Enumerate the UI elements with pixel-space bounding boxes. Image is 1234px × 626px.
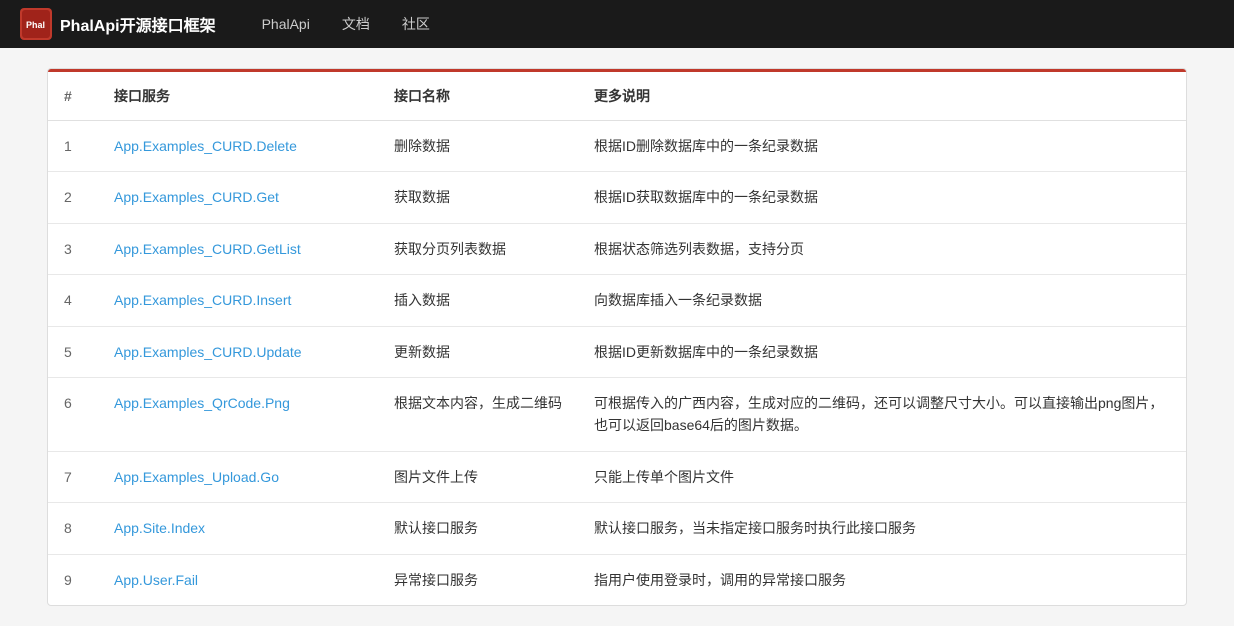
cell-name: 插入数据 <box>378 275 578 326</box>
service-link[interactable]: App.Examples_Upload.Go <box>114 469 279 485</box>
cell-num: 3 <box>48 223 98 274</box>
cell-name: 默认接口服务 <box>378 503 578 554</box>
table-row: 2 App.Examples_CURD.Get 获取数据根据ID获取数据库中的一条纪… <box>48 172 1186 223</box>
svg-text:Phal: Phal <box>26 20 45 30</box>
cell-service: App.Examples_CURD.GetList <box>98 223 378 274</box>
header-service: 接口服务 <box>98 72 378 121</box>
navbar-menu: PhalApi 文档 社区 <box>246 0 446 48</box>
brand-link[interactable]: Phal PhalApi开源接口框架 <box>20 8 216 40</box>
api-table-container: # 接口服务 接口名称 更多说明 1 App.Examples_CURD.Dele… <box>47 68 1187 606</box>
nav-phalapi[interactable]: PhalApi <box>246 0 326 48</box>
cell-desc: 指用户使用登录时，调用的异常接口服务 <box>578 554 1186 605</box>
service-link[interactable]: App.Examples_CURD.Update <box>114 344 302 360</box>
brand-logo: Phal <box>20 8 52 40</box>
cell-name: 图片文件上传 <box>378 451 578 502</box>
cell-name: 异常接口服务 <box>378 554 578 605</box>
cell-service: App.Site.Index <box>98 503 378 554</box>
main-content: # 接口服务 接口名称 更多说明 1 App.Examples_CURD.Dele… <box>17 48 1217 626</box>
cell-name: 获取分页列表数据 <box>378 223 578 274</box>
table-row: 5 App.Examples_CURD.Update 更新数据根据ID更新数据库中的… <box>48 326 1186 377</box>
cell-service: App.Examples_Upload.Go <box>98 451 378 502</box>
cell-service: App.Examples_CURD.Get <box>98 172 378 223</box>
cell-num: 4 <box>48 275 98 326</box>
cell-num: 8 <box>48 503 98 554</box>
nav-docs[interactable]: 文档 <box>326 0 386 48</box>
service-link[interactable]: App.Site.Index <box>114 520 205 536</box>
cell-service: App.Examples_CURD.Delete <box>98 121 378 172</box>
cell-desc: 根据ID获取数据库中的一条纪录数据 <box>578 172 1186 223</box>
table-row: 3 App.Examples_CURD.GetList 获取分页列表数据根据状态筛选… <box>48 223 1186 274</box>
table-row: 9 App.User.Fail 异常接口服务指用户使用登录时，调用的异常接口服务 <box>48 554 1186 605</box>
cell-desc: 根据ID删除数据库中的一条纪录数据 <box>578 121 1186 172</box>
table-row: 1 App.Examples_CURD.Delete 删除数据根据ID删除数据库中的… <box>48 121 1186 172</box>
cell-service: App.Examples_QrCode.Png <box>98 377 378 451</box>
cell-desc: 只能上传单个图片文件 <box>578 451 1186 502</box>
table-row: 4 App.Examples_CURD.Insert 插入数据向数据库插入一条纪录数… <box>48 275 1186 326</box>
service-link[interactable]: App.Examples_CURD.Insert <box>114 292 291 308</box>
header-row: # 接口服务 接口名称 更多说明 <box>48 72 1186 121</box>
cell-desc: 根据状态筛选列表数据，支持分页 <box>578 223 1186 274</box>
navbar: Phal PhalApi开源接口框架 PhalApi 文档 社区 <box>0 0 1234 48</box>
cell-name: 根据文本内容，生成二维码 <box>378 377 578 451</box>
cell-name: 删除数据 <box>378 121 578 172</box>
table-row: 6 App.Examples_QrCode.Png 根据文本内容，生成二维码可根据传… <box>48 377 1186 451</box>
nav-community[interactable]: 社区 <box>386 0 446 48</box>
table-body: 1 App.Examples_CURD.Delete 删除数据根据ID删除数据库中的… <box>48 121 1186 605</box>
brand-logo-icon: Phal <box>22 10 50 38</box>
api-table: # 接口服务 接口名称 更多说明 1 App.Examples_CURD.Dele… <box>48 72 1186 605</box>
cell-service: App.Examples_CURD.Insert <box>98 275 378 326</box>
cell-desc: 默认接口服务，当未指定接口服务时执行此接口服务 <box>578 503 1186 554</box>
cell-num: 9 <box>48 554 98 605</box>
service-link[interactable]: App.Examples_QrCode.Png <box>114 395 290 411</box>
cell-num: 1 <box>48 121 98 172</box>
cell-num: 6 <box>48 377 98 451</box>
service-link[interactable]: App.User.Fail <box>114 572 198 588</box>
header-name: 接口名称 <box>378 72 578 121</box>
brand-name: PhalApi开源接口框架 <box>60 12 216 36</box>
table-row: 8 App.Site.Index 默认接口服务默认接口服务，当未指定接口服务时执行此… <box>48 503 1186 554</box>
cell-name: 更新数据 <box>378 326 578 377</box>
table-header: # 接口服务 接口名称 更多说明 <box>48 72 1186 121</box>
table-row: 7 App.Examples_Upload.Go 图片文件上传只能上传单个图片文件 <box>48 451 1186 502</box>
header-desc: 更多说明 <box>578 72 1186 121</box>
service-link[interactable]: App.Examples_CURD.GetList <box>114 241 301 257</box>
cell-name: 获取数据 <box>378 172 578 223</box>
header-num: # <box>48 72 98 121</box>
cell-num: 5 <box>48 326 98 377</box>
service-link[interactable]: App.Examples_CURD.Get <box>114 189 279 205</box>
cell-service: App.User.Fail <box>98 554 378 605</box>
cell-desc: 可根据传入的广西内容，生成对应的二维码，还可以调整尺寸大小。可以直接输出png图… <box>578 377 1186 451</box>
cell-num: 7 <box>48 451 98 502</box>
cell-service: App.Examples_CURD.Update <box>98 326 378 377</box>
cell-num: 2 <box>48 172 98 223</box>
cell-desc: 根据ID更新数据库中的一条纪录数据 <box>578 326 1186 377</box>
cell-desc: 向数据库插入一条纪录数据 <box>578 275 1186 326</box>
service-link[interactable]: App.Examples_CURD.Delete <box>114 138 297 154</box>
